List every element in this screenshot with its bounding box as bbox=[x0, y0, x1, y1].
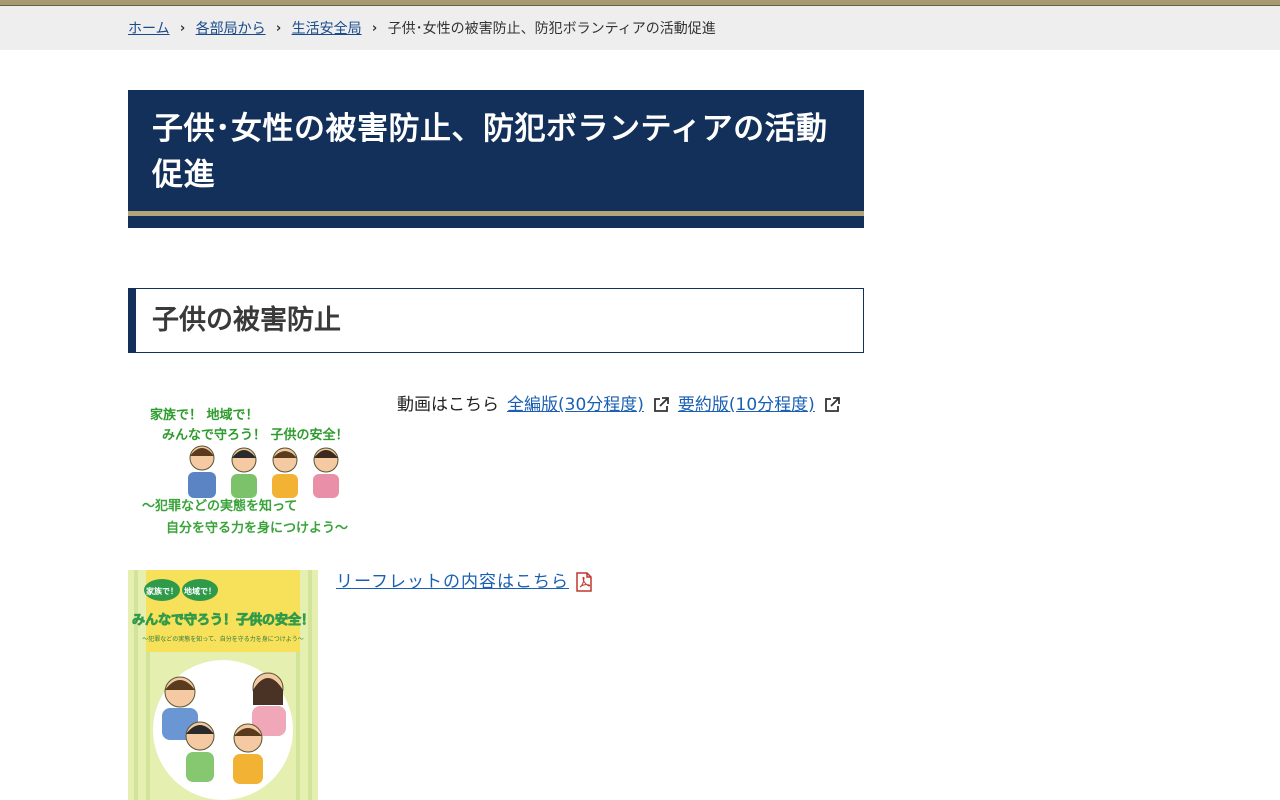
breadcrumb-separator: › bbox=[371, 20, 378, 36]
pdf-icon bbox=[576, 572, 592, 592]
cover-title: みんなで守ろう！子供の安全！ bbox=[132, 612, 314, 628]
breadcrumb-separator: › bbox=[179, 20, 186, 36]
breadcrumb-separator: › bbox=[275, 20, 282, 36]
video-intro-text: 動画はこちら bbox=[397, 395, 499, 415]
video-banner-image: 家族で！ 地域で！ みんなで守ろう！ 子供の安全！ ～犯罪などの実態を知って 自… bbox=[142, 407, 349, 536]
external-link-icon bbox=[654, 397, 669, 412]
cover-bubble1: 家族で！ bbox=[146, 586, 178, 596]
breadcrumb-current: 子供･女性の被害防止、防犯ボランティアの活動促進 bbox=[387, 21, 716, 37]
leaflet-link-row: リーフレットの内容はこちら bbox=[336, 570, 593, 594]
banner-line4: 自分を守る力を身につけよう～ bbox=[166, 520, 348, 536]
cover-bubble2: 地域で！ bbox=[184, 586, 216, 596]
breadcrumb-home-link[interactable]: ホーム bbox=[128, 18, 170, 38]
section-heading: 子供の被害防止 bbox=[152, 305, 341, 336]
external-link-icon bbox=[824, 397, 840, 412]
section-heading-box: 子供の被害防止 bbox=[128, 288, 864, 353]
cover-subtitle: ～犯罪などの実態を知って、自分を守る力を身につけよう～ bbox=[142, 635, 303, 643]
video-links-row: 動画はこちら 全編版(30分程度) 要約版(10分程度) bbox=[397, 393, 849, 417]
children-illustration bbox=[188, 445, 339, 498]
title-gold-rule bbox=[128, 211, 864, 216]
banner-line3: ～犯罪などの実態を知って bbox=[142, 498, 297, 514]
banner-line2: みんなで守ろう！ 子供の安全！ bbox=[162, 427, 349, 443]
breadcrumb-bar: ホーム › 各部局から › 生活安全局 › 子供･女性の被害防止、防犯ボランティ… bbox=[0, 6, 1280, 50]
leaflet-content-link[interactable]: リーフレットの内容はこちら bbox=[336, 570, 569, 594]
leaflet-cover-image: 家族で！ 地域で！ みんなで守ろう！子供の安全！ ～犯罪などの実態を知って、自分… bbox=[128, 570, 318, 800]
breadcrumb: ホーム › 各部局から › 生活安全局 › 子供･女性の被害防止、防犯ボランティ… bbox=[128, 6, 716, 50]
breadcrumb-departments-link[interactable]: 各部局から bbox=[196, 18, 266, 38]
page-title-banner: 子供･女性の被害防止、防犯ボランティアの活動促進 bbox=[128, 90, 864, 228]
breadcrumb-community-safety-link[interactable]: 生活安全局 bbox=[292, 18, 362, 38]
summary-version-video-link[interactable]: 要約版(10分程度) bbox=[678, 393, 815, 417]
banner-line1: 家族で！ 地域で！ bbox=[150, 407, 259, 423]
page-title: 子供･女性の被害防止、防犯ボランティアの活動促進 bbox=[152, 111, 828, 193]
full-version-video-link[interactable]: 全編版(30分程度) bbox=[507, 393, 644, 417]
